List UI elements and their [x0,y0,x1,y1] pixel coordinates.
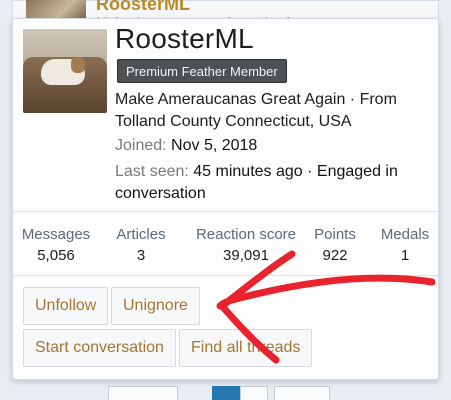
unfollow-button[interactable]: Unfollow [23,287,109,325]
user-banner-badge: Premium Feather Member [117,59,287,83]
stat-label: Medals [380,226,430,243]
stat-label: Reaction score [195,226,297,243]
stat-label: Points [314,226,356,243]
divider [13,275,438,276]
joined-line: Joined: Nov 5, 2018 [115,135,415,157]
pager-button-current[interactable] [212,386,240,400]
pager-button[interactable] [240,386,268,400]
unignore-button[interactable]: Unignore [111,287,200,325]
stat-articles[interactable]: Articles 3 [109,225,173,267]
member-tooltip-card: RoosterML Premium Feather Member Make Am… [12,18,439,380]
avatar[interactable] [23,29,107,113]
background-pagination [0,378,451,400]
stat-value: 3 [136,247,146,264]
stat-points[interactable]: Points 922 [307,225,363,267]
background-post-author[interactable]: RoosterML [96,0,190,15]
start-conversation-button[interactable]: Start conversation [23,329,176,367]
stat-reaction-score[interactable]: Reaction score 39,091 [185,225,307,267]
divider [13,211,438,212]
stat-value: 5,056 [37,247,75,264]
find-all-threads-button[interactable]: Find all threads [179,329,313,367]
stat-messages[interactable]: Messages 5,056 [19,225,93,267]
pager-button[interactable] [108,386,178,400]
pager-button[interactable] [274,386,330,400]
stat-value: 922 [322,247,348,264]
user-custom-title: Make Ameraucanas Great Again · From Toll… [115,91,397,130]
member-stats: Messages 5,056 Articles 3 Reaction score… [13,225,438,273]
stat-label: Messages [21,226,91,243]
stat-medals[interactable]: Medals 1 [375,225,435,267]
joined-date: Nov 5, 2018 [171,137,258,154]
last-seen-line: Last seen: 45 minutes ago · Engaged in c… [115,161,415,205]
joined-label: Joined: [115,137,167,154]
stat-value: 39,091 [223,247,269,264]
stat-value: 1 [400,247,410,264]
last-seen-label: Last seen: [115,163,189,180]
stat-label: Articles [116,226,166,243]
username[interactable]: RoosterML [115,23,254,55]
